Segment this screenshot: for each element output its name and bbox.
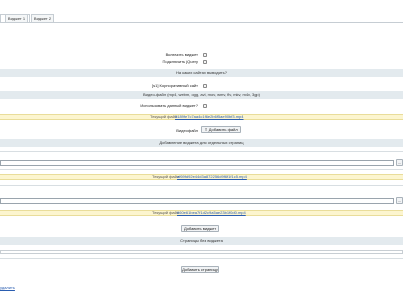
page-2-file-label: Текущий файл (152, 210, 180, 215)
separator (0, 258, 403, 259)
enable-jquery-checkbox[interactable] (203, 60, 207, 64)
upload-icon: ⇪ (204, 127, 208, 132)
separator (0, 151, 403, 152)
pages-without-header: Страницы без виджета (0, 237, 403, 245)
add-file-button-label: Добавить файл (208, 127, 238, 132)
separator (0, 185, 403, 186)
bottom-link[interactable]: удалить (0, 285, 15, 290)
page-2-url-input[interactable] (0, 198, 394, 204)
separator (0, 169, 403, 170)
current-file-row: Текущий файл: 5189fe7c7aa4c1f6e2b6f5ae90… (0, 114, 403, 120)
page-2-file-link[interactable]: 660e61bea7f1d2c9a5ae23b1f0d0.mp4 (177, 211, 246, 215)
site-s1-label: [s1] Корпоративный сайт (151, 83, 198, 88)
page-2-browse-button[interactable]: ... (396, 197, 403, 204)
page-1-file-row: Текущий файл: af69fd92e44d3a872256d9f6f1… (0, 174, 403, 180)
page-2-file-row: Текущий файл 660e61bea7f1d2c9a5ae23b1f0d… (0, 210, 403, 216)
sites-header: На каких сайтах выводить? (0, 69, 403, 77)
video-file-header: Видео-файл (mp4, webm, ogg, avi, mov, wm… (0, 91, 403, 99)
page-1-browse-button[interactable]: ... (396, 159, 403, 166)
enable-jquery-label: Подключить jQuery (162, 59, 198, 64)
add-page-button[interactable]: Добавить страницу (181, 266, 219, 273)
enable-widget-checkbox[interactable] (203, 53, 207, 57)
use-widget-label: Использовать данный виджет? (140, 103, 198, 108)
current-file-link[interactable]: 5189fe7c7aa4c1f6e2b6f5ae90bf3.mp4 (175, 115, 244, 119)
tab-divider (0, 22, 403, 23)
use-widget-checkbox[interactable] (203, 104, 207, 108)
tab-widget-1[interactable]: Виджет 1 (5, 14, 28, 22)
page-1-url-input[interactable] (0, 160, 394, 166)
pages-header: Добавление виджета для отдельных страниц (0, 139, 403, 147)
page-1-file-link[interactable]: af69fd92e44d3a872256d9f6f1f1c5.mp4 (177, 175, 247, 179)
add-file-button[interactable]: ⇪ Добавить файл (201, 126, 241, 133)
enable-widget-label: Включить виджет (165, 52, 198, 57)
tab-widget-2[interactable]: Виджет 2 (31, 14, 54, 22)
upload-label: Видеофайл (176, 128, 198, 133)
pages-without-input[interactable] (0, 250, 403, 254)
site-s1-checkbox[interactable] (203, 84, 207, 88)
add-widget-button[interactable]: Добавить виджет (181, 225, 219, 232)
